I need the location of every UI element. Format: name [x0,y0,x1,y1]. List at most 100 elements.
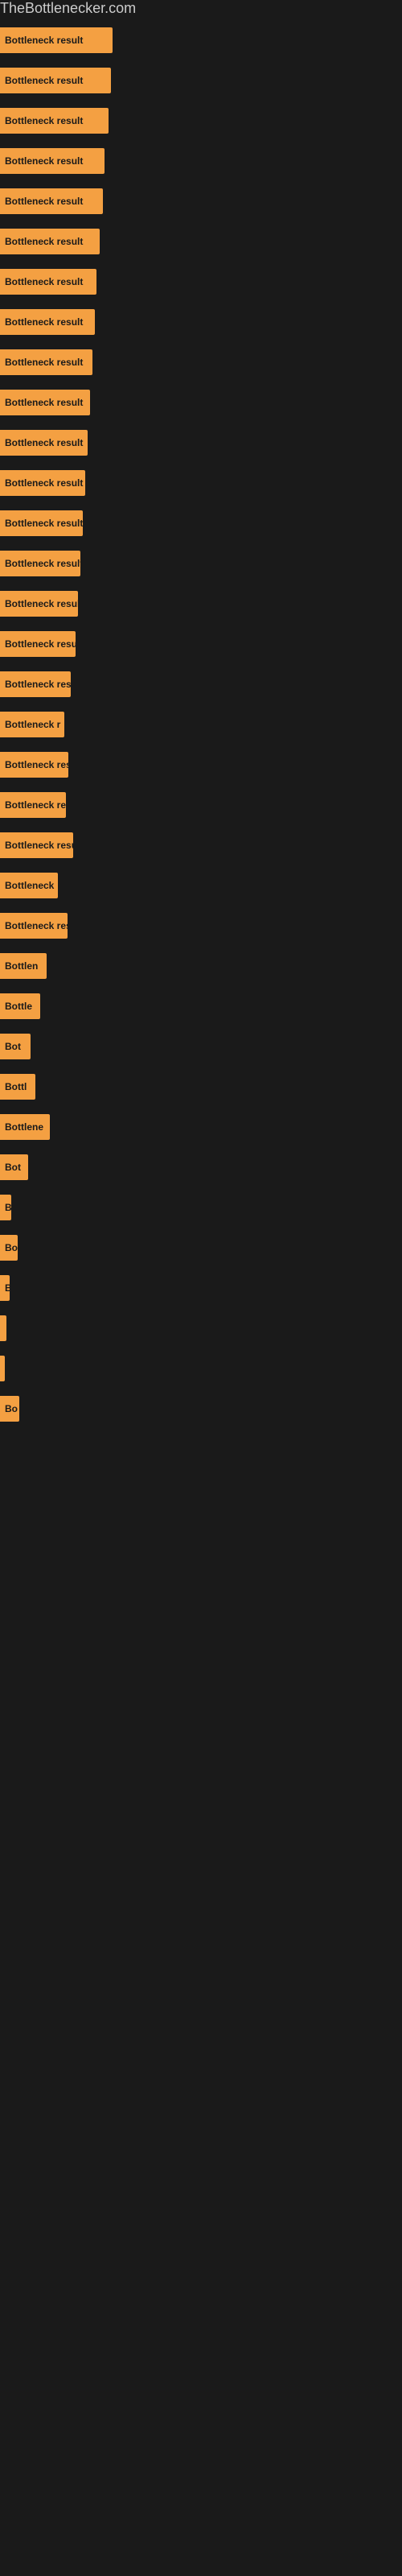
bars-container: Bottleneck result Bottleneck result Bottle… [0,17,402,1442]
result-bar: Bottleneck result [0,148,105,174]
bar-row: Bottleneck result [0,629,402,659]
bar-row: Bot [0,1152,402,1183]
result-bar [0,1315,6,1341]
result-bar: Bottleneck result [0,390,90,415]
result-bar: Bottleneck result [0,309,95,335]
bar-row: Bo [0,1393,402,1424]
bar-label: Bottleneck result [5,638,76,650]
bar-label: Bottleneck res [5,799,66,811]
bar-label: Bottleneck result [5,35,83,46]
site-title-text: TheBottlenecker.com [0,0,136,23]
bar-label: B [5,1282,10,1294]
result-bar: Bottleneck result [0,631,76,657]
bar-label: Bottleneck result [5,518,83,529]
result-bar: Bottl [0,1074,35,1100]
result-bar: Bottleneck result [0,108,109,134]
bar-row: Bottleneck result [0,347,402,378]
bar-row: Bottleneck result [0,427,402,458]
bar-label: Bottleneck result [5,397,83,408]
bar-row: Bottleneck result [0,186,402,217]
result-bar: Bottleneck resu [0,671,71,697]
bar-label: Bottleneck result [5,357,83,368]
bar-row: Bottleneck result [0,307,402,337]
bar-row: Bottleneck res [0,790,402,820]
bar-label: Bottleneck result [5,115,83,126]
bar-label: Bottleneck resu [5,759,68,770]
bar-label: B [5,1202,11,1213]
bar-label: Bottleneck r [5,719,60,730]
result-bar: Bottleneck result [0,551,80,576]
bar-label: Bottleneck result [5,236,83,247]
result-bar: Bottleneck result [0,68,111,93]
bar-row: Bottlen [0,951,402,981]
bar-label: Bottleneck result [5,276,83,287]
bar-label: Bottleneck result [5,437,83,448]
bar-row: Bottleneck result [0,226,402,257]
result-bar: Bottle [0,993,40,1019]
result-bar: Bottleneck result [0,430,88,456]
bar-label: Bottleneck result [5,840,73,851]
result-bar: Bottleneck result [0,510,83,536]
result-bar: B [0,1195,11,1220]
bar-row: Bottleneck r [0,709,402,740]
bar-row: Bottleneck resu [0,749,402,780]
bar-label: Bottleneck result [5,155,83,167]
result-bar: Bottleneck resu [0,913,68,939]
bar-row: Bottleneck result [0,65,402,96]
result-bar: Bottleneck result [0,269,96,295]
bar-row: Bottleneck result [0,105,402,136]
result-bar: Bottlen [0,953,47,979]
bar-label: Bottleneck result [5,196,83,207]
bar-row: Bottleneck [0,870,402,901]
bar-row: Bottleneck result [0,548,402,579]
result-bar: Bottleneck res [0,792,66,818]
bar-row: Bottl [0,1071,402,1102]
bar-label: Bot [5,1162,21,1173]
bar-row: Bottleneck result [0,588,402,619]
bar-label: Bo [5,1403,18,1414]
result-bar: Bo [0,1235,18,1261]
result-bar [0,1356,5,1381]
bar-label: Bottlene [5,1121,43,1133]
result-bar: Bottleneck result [0,832,73,858]
result-bar: Bottlene [0,1114,50,1140]
bar-label: Bottlen [5,960,38,972]
bar-row: Bottleneck result [0,25,402,56]
bar-row: Bottleneck resu [0,910,402,941]
result-bar: Bottleneck result [0,188,103,214]
bar-label: Bot [5,1041,21,1052]
result-bar: Bo [0,1396,19,1422]
result-bar: Bottleneck resu [0,752,68,778]
site-title: TheBottlenecker.com [0,0,402,17]
bar-row: Bottleneck result [0,146,402,176]
bar-row: Bottleneck result [0,508,402,539]
result-bar: Bottleneck result [0,470,85,496]
bar-label: Bottl [5,1081,27,1092]
result-bar: Bottleneck result [0,27,113,53]
bar-row: Bottleneck result [0,830,402,861]
bar-row: Bo [0,1232,402,1263]
bar-label: Bo [5,1242,18,1253]
bar-row: Bottleneck result [0,266,402,297]
result-bar: Bottleneck r [0,712,64,737]
bar-row: Bottlene [0,1112,402,1142]
bar-label: Bottleneck result [5,316,83,328]
bar-row: Bottleneck result [0,387,402,418]
result-bar: Bottleneck [0,873,58,898]
bar-label: Bottleneck resu [5,679,71,690]
bar-row: B [0,1273,402,1303]
bar-row: B [0,1192,402,1223]
bar-label: Bottle [5,1001,32,1012]
bar-row: Bottle [0,991,402,1022]
result-bar: Bot [0,1154,28,1180]
bar-label: Bottleneck result [5,477,83,489]
bar-row: Bot [0,1031,402,1062]
result-bar: Bottleneck result [0,591,78,617]
bar-row: Bottleneck result [0,468,402,498]
result-bar: Bot [0,1034,31,1059]
bar-label: Bottleneck result [5,558,80,569]
result-bar: Bottleneck result [0,349,92,375]
bar-row: Bottleneck resu [0,669,402,700]
bar-label: Bottleneck result [5,598,78,609]
bar-row [0,1353,402,1384]
